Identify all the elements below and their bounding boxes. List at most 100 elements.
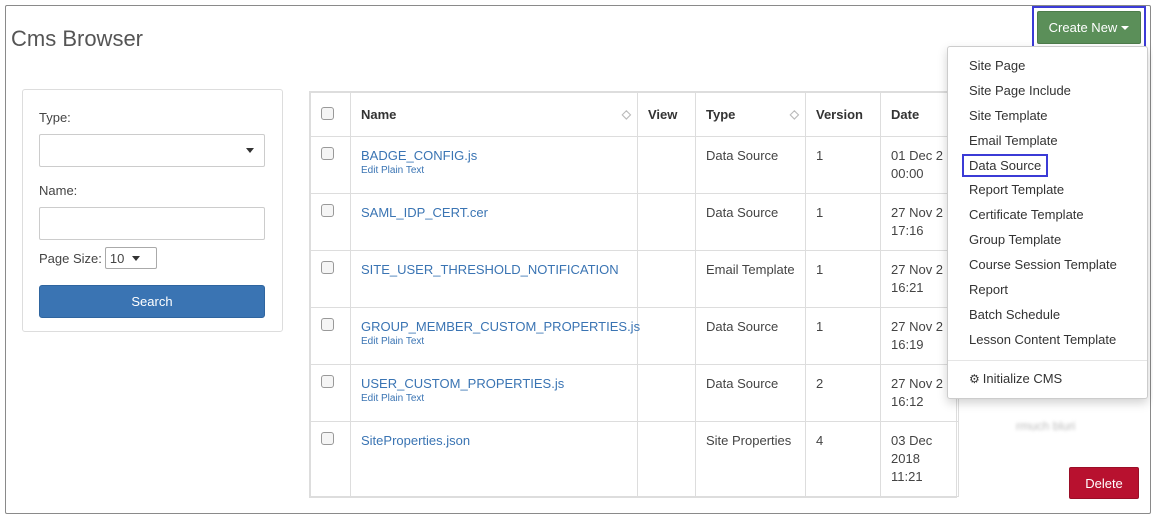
search-button[interactable]: Search — [39, 285, 265, 318]
select-all-checkbox[interactable] — [321, 106, 334, 120]
menu-item-group-template[interactable]: Group Template — [948, 228, 1147, 253]
page-title: Cms Browser — [11, 26, 144, 51]
sort-icon[interactable]: ◇ — [790, 107, 799, 121]
date-cell: 03 Dec 2018 11:21 — [880, 421, 959, 497]
date-value: 27 Nov 2 — [891, 205, 944, 220]
menu-item-initialize-cms[interactable]: ⚙ Initialize CMS — [948, 367, 1147, 392]
row-checkbox[interactable] — [321, 261, 334, 274]
modified-by-blurred: rmuch bluri — [1016, 419, 1076, 433]
edit-plain-text-link[interactable]: Edit Plain Text — [361, 393, 627, 405]
menu-item-label: Site Page Include — [969, 82, 1071, 98]
type-cell: Data Source — [695, 136, 806, 194]
menu-item-data-source[interactable]: Data Source — [948, 153, 1147, 179]
file-name-link[interactable]: SiteProperties.json — [361, 432, 627, 450]
column-view-label: View — [648, 107, 678, 122]
column-date-label: Date — [891, 107, 920, 122]
menu-item-label: Email Template — [969, 132, 1058, 148]
menu-item-label: Lesson Content Template — [969, 331, 1117, 347]
row-checkbox[interactable] — [321, 432, 334, 445]
dropdown-arrow-icon — [246, 148, 254, 153]
page-size-label: Page Size: — [39, 250, 102, 266]
dropdown-arrow-icon — [132, 255, 141, 261]
view-cell — [637, 307, 696, 365]
row-checkbox[interactable] — [321, 318, 334, 331]
menu-item-certificate-template[interactable]: Certificate Template — [948, 203, 1147, 228]
menu-item-label: Report Template — [969, 182, 1065, 198]
version-cell: 1 — [805, 193, 881, 251]
caret-down-icon — [1121, 25, 1130, 30]
page-size-select[interactable]: 10 — [104, 247, 157, 269]
row-checkbox[interactable] — [321, 204, 334, 217]
sort-icon[interactable]: ◇ — [622, 107, 631, 121]
column-header-view: View — [637, 92, 696, 137]
column-version-label: Version — [816, 107, 863, 122]
time-value: 16:12 — [891, 394, 924, 409]
menu-item-label: Course Session Template — [969, 257, 1117, 273]
create-new-button[interactable]: Create New — [1037, 11, 1141, 44]
menu-item-batch-schedule[interactable]: Batch Schedule — [948, 303, 1147, 328]
gears-icon: ⚙ — [969, 371, 980, 386]
column-header-type[interactable]: Type ◇ — [695, 92, 806, 137]
select-all-cell — [310, 92, 351, 137]
edit-plain-text-link[interactable]: Edit Plain Text — [361, 336, 627, 348]
file-name-link[interactable]: USER_CUSTOM_PROPERTIES.js — [361, 375, 627, 393]
menu-divider — [948, 359, 1147, 361]
type-cell: Email Template — [695, 250, 806, 308]
menu-item-label: Data Source — [962, 153, 1049, 177]
menu-item-label: Group Template — [969, 232, 1062, 248]
date-value: 27 Nov 2 — [891, 319, 944, 334]
edit-plain-text-link[interactable]: Edit Plain Text — [361, 165, 627, 177]
date-value: 03 Dec 2018 — [891, 433, 933, 466]
column-name-label: Name — [361, 107, 397, 122]
type-label: Type: — [39, 110, 71, 125]
column-header-name[interactable]: Name ◇ — [350, 92, 638, 137]
menu-item-site-page[interactable]: Site Page — [948, 54, 1147, 79]
delete-button[interactable]: Delete — [1069, 467, 1139, 499]
menu-item-site-template[interactable]: Site Template — [948, 104, 1147, 129]
date-value: 01 Dec 2 — [891, 148, 944, 163]
time-value: 00:00 — [891, 166, 924, 181]
view-cell — [637, 136, 696, 194]
menu-item-email-template[interactable]: Email Template — [948, 129, 1147, 154]
menu-item-label: Site Template — [969, 107, 1048, 123]
filter-panel: Type: Name: Page Size: 10 Search — [22, 89, 283, 332]
menu-item-label: Site Page — [969, 58, 1026, 73]
type-cell: Data Source — [695, 193, 806, 251]
file-name-link[interactable]: SITE_USER_THRESHOLD_NOTIFICATION — [361, 261, 627, 279]
type-cell: Data Source — [695, 307, 806, 365]
column-header-version: Version — [805, 92, 881, 137]
view-cell — [637, 421, 696, 497]
view-cell — [637, 364, 696, 422]
name-input[interactable] — [39, 207, 265, 240]
version-cell: 1 — [805, 136, 881, 194]
create-new-highlight: Create New — [1032, 6, 1146, 49]
time-value: 11:21 — [891, 469, 923, 484]
row-checkbox[interactable] — [321, 147, 334, 160]
menu-item-label: Certificate Template — [969, 207, 1084, 223]
version-cell: 2 — [805, 364, 881, 422]
table-row: BADGE_CONFIG.js Edit Plain Text Data Sour… — [310, 136, 959, 194]
table-header-row: Name ◇ View Type ◇ Version Date — [310, 92, 959, 137]
menu-item-label: Initialize CMS — [982, 370, 1063, 386]
time-value: 17:16 — [891, 223, 924, 238]
menu-item-lesson-content-template[interactable]: Lesson Content Template — [948, 328, 1147, 353]
menu-item-site-page-include[interactable]: Site Page Include — [948, 79, 1147, 104]
type-select[interactable] — [39, 134, 265, 167]
menu-item-course-session-template[interactable]: Course Session Template — [948, 253, 1147, 278]
file-name-link[interactable]: GROUP_MEMBER_CUSTOM_PROPERTIES.js — [361, 318, 640, 336]
date-value: 27 Nov 2 — [891, 262, 944, 277]
file-name-link[interactable]: BADGE_CONFIG.js — [361, 147, 627, 165]
menu-item-report[interactable]: Report — [948, 278, 1147, 303]
table-row: SiteProperties.json Site Properties 4 03… — [310, 421, 959, 497]
page-size-value: 10 — [109, 250, 125, 266]
menu-item-label: Batch Schedule — [969, 306, 1061, 322]
file-name-link[interactable]: SAML_IDP_CERT.cer — [361, 204, 627, 222]
table-row: USER_CUSTOM_PROPERTIES.js Edit Plain Text… — [310, 364, 959, 422]
time-value: 16:21 — [891, 280, 924, 295]
type-cell: Site Properties — [695, 421, 806, 497]
view-cell — [637, 193, 696, 251]
row-checkbox[interactable] — [321, 375, 334, 388]
version-cell: 1 — [805, 250, 881, 308]
date-value: 27 Nov 2 — [891, 376, 944, 391]
menu-item-report-template[interactable]: Report Template — [948, 178, 1147, 203]
